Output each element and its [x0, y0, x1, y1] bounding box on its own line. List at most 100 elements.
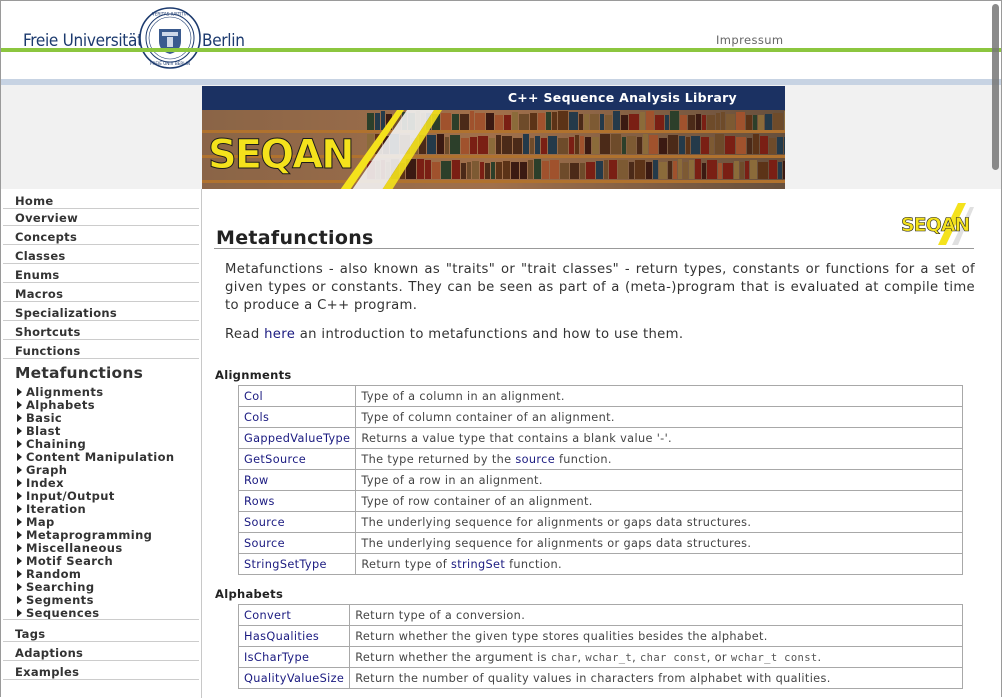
sidebar-subitem-blast[interactable]: Blast: [17, 424, 61, 438]
metafunction-description: Type of row container of an alignment.: [355, 490, 963, 512]
sidebar-subitem-input-output[interactable]: Input/Output: [17, 489, 115, 503]
metafunction-description: The underlying sequence for alignments o…: [355, 511, 963, 533]
triangle-right-icon: [17, 596, 22, 604]
read-more-line: Read here an introduction to metafunctio…: [225, 327, 684, 342]
svg-text:VERITAS IUSTITIA: VERITAS IUSTITIA: [152, 12, 188, 17]
metafunction-link[interactable]: Source: [244, 537, 285, 550]
triangle-right-icon: [17, 570, 22, 578]
sidebar-item-overview[interactable]: Overview: [3, 211, 199, 226]
function-link[interactable]: source: [515, 453, 555, 466]
sidebar-item-adaptions[interactable]: Adaptions: [3, 646, 199, 661]
triangle-right-icon: [17, 427, 22, 435]
table-row: StringSetType Return type of stringSet fu…: [237, 553, 963, 575]
metafunction-description: Return the number of quality values in c…: [349, 667, 963, 689]
metafunction-link[interactable]: HasQualities: [244, 630, 319, 643]
sidebar-item-concepts[interactable]: Concepts: [3, 230, 199, 245]
metafunction-link[interactable]: GetSource: [244, 453, 306, 466]
sidebar-subitem-chaining[interactable]: Chaining: [17, 437, 86, 451]
triangle-right-icon: [17, 505, 22, 513]
sidebar-subitem-map[interactable]: Map: [17, 515, 55, 529]
table-row: GappedValueType Returns a value type that…: [237, 427, 963, 449]
table-row: GetSource The type returned by the source…: [237, 448, 963, 470]
triangle-right-icon: [17, 479, 22, 487]
sidebar-subitem-content-manipulation[interactable]: Content Manipulation: [17, 450, 175, 464]
triangle-right-icon: [17, 453, 22, 461]
sidebar-subitem-miscellaneous[interactable]: Miscellaneous: [17, 541, 123, 555]
metafunction-link[interactable]: Cols: [244, 411, 269, 424]
sidebar-subitem-metaprogramming[interactable]: Metaprogramming: [17, 528, 152, 542]
sidebar-subitem-alignments[interactable]: Alignments: [17, 385, 104, 399]
header-green-rule: [1, 48, 1001, 52]
sidebar-item-functions[interactable]: Functions: [3, 344, 199, 359]
seqan-small-logo: SEQAN: [901, 203, 974, 245]
intro-here-link[interactable]: here: [264, 327, 295, 342]
seqan-small-logo-text: SEQAN: [901, 214, 970, 236]
sidebar-subitem-searching[interactable]: Searching: [17, 580, 94, 594]
banner-title-bar: C++ Sequence Analysis Library: [202, 86, 785, 110]
metafunction-link[interactable]: Rows: [244, 495, 275, 508]
impressum-link[interactable]: Impressum: [716, 33, 784, 47]
metafunction-link[interactable]: GappedValueType: [244, 432, 350, 445]
table-row: Row Type of a row in an alignment.: [237, 469, 963, 491]
table-row: HasQualities Return whether the given typ…: [237, 625, 963, 647]
sidebar-item-specializations[interactable]: Specializations: [3, 306, 199, 321]
table-row: Cols Type of column container of an align…: [237, 406, 963, 428]
triangle-right-icon: [17, 466, 22, 474]
metafunction-link[interactable]: QualityValueSize: [244, 672, 344, 685]
function-link[interactable]: stringSet: [451, 558, 505, 571]
section-heading-alignments: Alignments: [215, 368, 292, 382]
sidebar-subitem-graph[interactable]: Graph: [17, 463, 67, 477]
metafunction-description: The type returned by the source function…: [355, 448, 963, 470]
metafunction-link[interactable]: Source: [244, 516, 285, 529]
metafunction-link[interactable]: StringSetType: [244, 558, 327, 571]
triangle-right-icon: [17, 440, 22, 448]
metafunction-description: Type of column container of an alignment…: [355, 406, 963, 428]
section-heading-alphabets: Alphabets: [215, 587, 284, 601]
intro-paragraph: Metafunctions - also known as "traits" o…: [225, 262, 975, 313]
triangle-right-icon: [17, 531, 22, 539]
triangle-right-icon: [17, 414, 22, 422]
table-row: Convert Return type of a conversion.: [237, 604, 963, 626]
svg-text:FREIE UNIV BERLIN: FREIE UNIV BERLIN: [150, 61, 190, 66]
sidebar-item-examples[interactable]: Examples: [3, 665, 199, 680]
table-row: QualityValueSize Return the number of qua…: [237, 667, 963, 689]
seqan-banner: C++ Sequence Analysis Library SEQAN: [202, 86, 785, 190]
triangle-right-icon: [17, 492, 22, 500]
table-row: IsCharType Return whether the argument is…: [237, 646, 963, 668]
metafunction-link[interactable]: Row: [244, 474, 269, 487]
page-scrollbar[interactable]: [992, 4, 999, 170]
triangle-right-icon: [17, 609, 22, 617]
seqan-logo-text: SEQAN: [208, 132, 353, 178]
university-header: Freie Universität VERITAS IUSTITIA FREIE…: [1, 1, 1001, 85]
bookshelf-banner-image: SEQAN: [202, 110, 785, 190]
title-divider: [214, 248, 974, 249]
table-row: Source The underlying sequence for alignm…: [237, 511, 963, 533]
sidebar-subitem-sequences[interactable]: Sequences: [17, 606, 100, 620]
sidebar-item-classes[interactable]: Classes: [3, 249, 199, 264]
triangle-right-icon: [17, 388, 22, 396]
sidebar-subitem-basic[interactable]: Basic: [17, 411, 62, 425]
sidebar-subitem-alphabets[interactable]: Alphabets: [17, 398, 95, 412]
metafunction-description: Type of a row in an alignment.: [355, 469, 963, 491]
sidebar-item-shortcuts[interactable]: Shortcuts: [3, 325, 199, 340]
sidebar-subitem-iteration[interactable]: Iteration: [17, 502, 86, 516]
page-title: Metafunctions: [216, 227, 374, 249]
sidebar-subitem-random[interactable]: Random: [17, 567, 81, 581]
sidebar-item-tags[interactable]: Tags: [3, 627, 199, 642]
sidebar-item-home[interactable]: Home: [3, 194, 199, 209]
sidebar-subitem-segments[interactable]: Segments: [17, 593, 94, 607]
metafunction-link[interactable]: Convert: [244, 609, 291, 622]
bookshelf-illustration: SEQAN: [202, 110, 785, 190]
sidebar-nav: Home Overview Concepts Classes Enums Mac…: [1, 189, 202, 698]
triangle-right-icon: [17, 544, 22, 552]
sidebar-subitem-index[interactable]: Index: [17, 476, 64, 490]
banner-title: C++ Sequence Analysis Library: [507, 90, 737, 105]
metafunction-description: Return type of stringSet function.: [355, 553, 963, 575]
metafunction-link[interactable]: Col: [244, 390, 263, 403]
sidebar-item-enums[interactable]: Enums: [3, 268, 199, 283]
triangle-right-icon: [17, 583, 22, 591]
metafunction-link[interactable]: IsCharType: [244, 651, 309, 664]
sidebar-subitem-motif-search[interactable]: Motif Search: [17, 554, 113, 568]
sidebar-item-macros[interactable]: Macros: [3, 287, 199, 302]
main-content: SEQAN Metafunctions Metafunctions - also…: [202, 189, 1001, 698]
